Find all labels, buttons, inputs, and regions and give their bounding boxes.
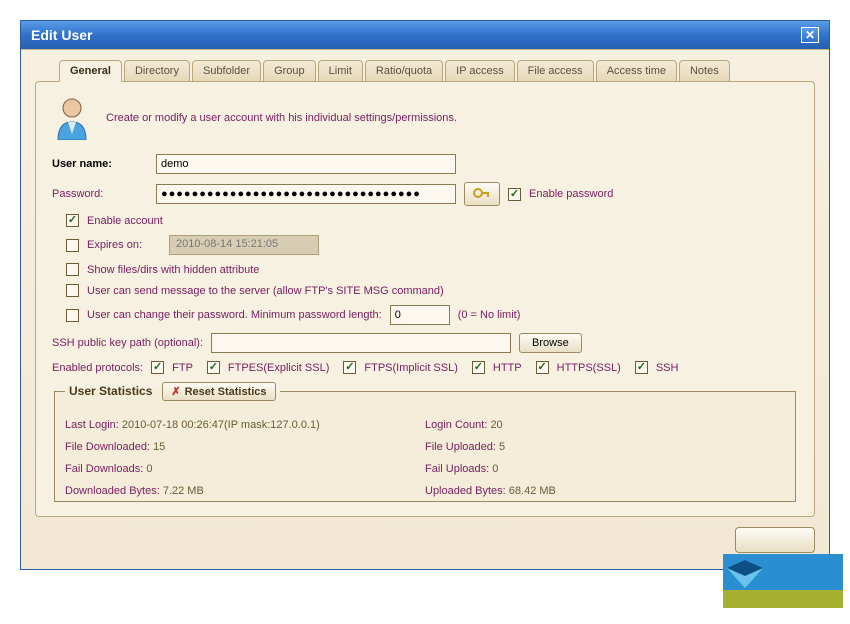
row-username: User name: xyxy=(52,154,798,174)
row-ssh-key: SSH public key path (optional): Browse xyxy=(52,333,798,353)
reset-statistics-label: Reset Statistics xyxy=(185,386,267,398)
browse-button[interactable]: Browse xyxy=(519,333,582,353)
close-button[interactable]: ✕ xyxy=(801,27,819,43)
checkbox-enable-password[interactable] xyxy=(508,188,521,201)
intro-row: Create or modify a user account with his… xyxy=(52,96,798,140)
label-change-password: User can change their password. Minimum … xyxy=(87,309,382,321)
row-password: Password: Enable password xyxy=(52,182,798,206)
label-ssh-key: SSH public key path (optional): xyxy=(52,337,203,349)
stat-login-count: Login Count: 20 xyxy=(425,419,785,431)
tab-directory[interactable]: Directory xyxy=(124,60,190,82)
stats-grid: Last Login: 2010-07-18 00:26:47(IP mask:… xyxy=(65,419,785,497)
window-title: Edit User xyxy=(31,27,92,43)
checkbox-send-msg[interactable] xyxy=(66,284,79,297)
username-input[interactable] xyxy=(156,154,456,174)
ssh-key-input[interactable] xyxy=(211,333,511,353)
checkbox-enable-account[interactable] xyxy=(66,214,79,227)
label-protocol-http: HTTP xyxy=(493,362,522,374)
footer-button[interactable] xyxy=(735,527,815,553)
label-protocol-ftps: FTPS(Implicit SSL) xyxy=(364,362,458,374)
stat-file-uploaded: File Uploaded: 5 xyxy=(425,441,785,453)
stats-legend-text: User Statistics xyxy=(69,384,152,398)
tab-limit[interactable]: Limit xyxy=(318,60,363,82)
label-username: User name: xyxy=(52,158,148,170)
checkbox-expires[interactable] xyxy=(66,239,79,252)
checkbox-protocol-ftpes[interactable] xyxy=(207,361,220,374)
password-key-button[interactable] xyxy=(464,182,500,206)
row-expires: Expires on: 2010-08-14 15:21:05 xyxy=(66,235,798,255)
intro-text: Create or modify a user account with his… xyxy=(106,112,457,124)
user-avatar-icon xyxy=(52,96,92,140)
dialog-body: GeneralDirectorySubfolderGroupLimitRatio… xyxy=(21,49,829,569)
stat-downloaded-bytes: Downloaded Bytes: 7.22 MB xyxy=(65,485,425,497)
row-change-password: User can change their password. Minimum … xyxy=(66,305,798,325)
label-password: Password: xyxy=(52,188,148,200)
close-icon: ✕ xyxy=(805,28,815,42)
stats-legend: User Statistics ✗ Reset Statistics xyxy=(65,382,280,401)
label-protocol-ftpes: FTPES(Explicit SSL) xyxy=(228,362,329,374)
tab-general-panel: Create or modify a user account with his… xyxy=(35,81,815,517)
checkbox-protocol-https[interactable] xyxy=(536,361,549,374)
expires-date-input[interactable]: 2010-08-14 15:21:05 xyxy=(169,235,319,255)
user-statistics-panel: User Statistics ✗ Reset Statistics Last … xyxy=(54,382,796,502)
label-enable-account: Enable account xyxy=(87,215,163,227)
checkbox-protocol-ssh[interactable] xyxy=(635,361,648,374)
tab-general[interactable]: General xyxy=(59,60,122,82)
stat-uploaded-bytes: Uploaded Bytes: 68.42 MB xyxy=(425,485,785,497)
label-expires: Expires on: xyxy=(87,239,161,251)
row-show-hidden: Show files/dirs with hidden attribute xyxy=(66,263,798,276)
edit-user-dialog: Edit User ✕ GeneralDirectorySubfolderGro… xyxy=(20,20,830,570)
stat-file-downloaded: File Downloaded: 15 xyxy=(65,441,425,453)
label-protocol-ftp: FTP xyxy=(172,362,193,374)
reset-x-icon: ✗ xyxy=(171,385,180,398)
tab-group[interactable]: Group xyxy=(263,60,316,82)
stat-fail-uploads: Fail Uploads: 0 xyxy=(425,463,785,475)
password-input[interactable] xyxy=(156,184,456,204)
row-send-msg: User can send message to the server (all… xyxy=(66,284,798,297)
tab-notes[interactable]: Notes xyxy=(679,60,730,82)
titlebar: Edit User ✕ xyxy=(21,21,829,49)
tab-file-access[interactable]: File access xyxy=(517,60,594,82)
label-send-msg: User can send message to the server (all… xyxy=(87,285,444,297)
tab-strip: GeneralDirectorySubfolderGroupLimitRatio… xyxy=(35,60,815,82)
min-password-length-input[interactable] xyxy=(390,305,450,325)
label-protocol-https: HTTPS(SSL) xyxy=(557,362,621,374)
label-protocols: Enabled protocols: xyxy=(52,362,143,374)
checkbox-protocol-http[interactable] xyxy=(472,361,485,374)
label-show-hidden: Show files/dirs with hidden attribute xyxy=(87,264,259,276)
reset-statistics-button[interactable]: ✗ Reset Statistics xyxy=(162,382,275,401)
label-min-pw-hint: (0 = No limit) xyxy=(458,309,521,321)
checkbox-show-hidden[interactable] xyxy=(66,263,79,276)
tab-subfolder[interactable]: Subfolder xyxy=(192,60,261,82)
tab-ip-access[interactable]: IP access xyxy=(445,60,515,82)
stat-fail-downloads: Fail Downloads: 0 xyxy=(65,463,425,475)
row-enable-account: Enable account xyxy=(66,214,798,227)
checkbox-protocol-ftp[interactable] xyxy=(151,361,164,374)
row-protocols: Enabled protocols: FTP FTPES(Explicit SSL… xyxy=(52,361,798,374)
stat-last-login: Last Login: 2010-07-18 00:26:47(IP mask:… xyxy=(65,419,425,431)
tab-access-time[interactable]: Access time xyxy=(596,60,677,82)
tab-ratio-quota[interactable]: Ratio/quota xyxy=(365,60,443,82)
label-protocol-ssh: SSH xyxy=(656,362,679,374)
brand-logo-icon xyxy=(723,554,843,611)
checkbox-protocol-ftps[interactable] xyxy=(343,361,356,374)
key-icon xyxy=(473,186,491,203)
label-enable-password: Enable password xyxy=(529,188,613,200)
checkbox-change-password[interactable] xyxy=(66,309,79,322)
dialog-footer xyxy=(35,527,815,553)
